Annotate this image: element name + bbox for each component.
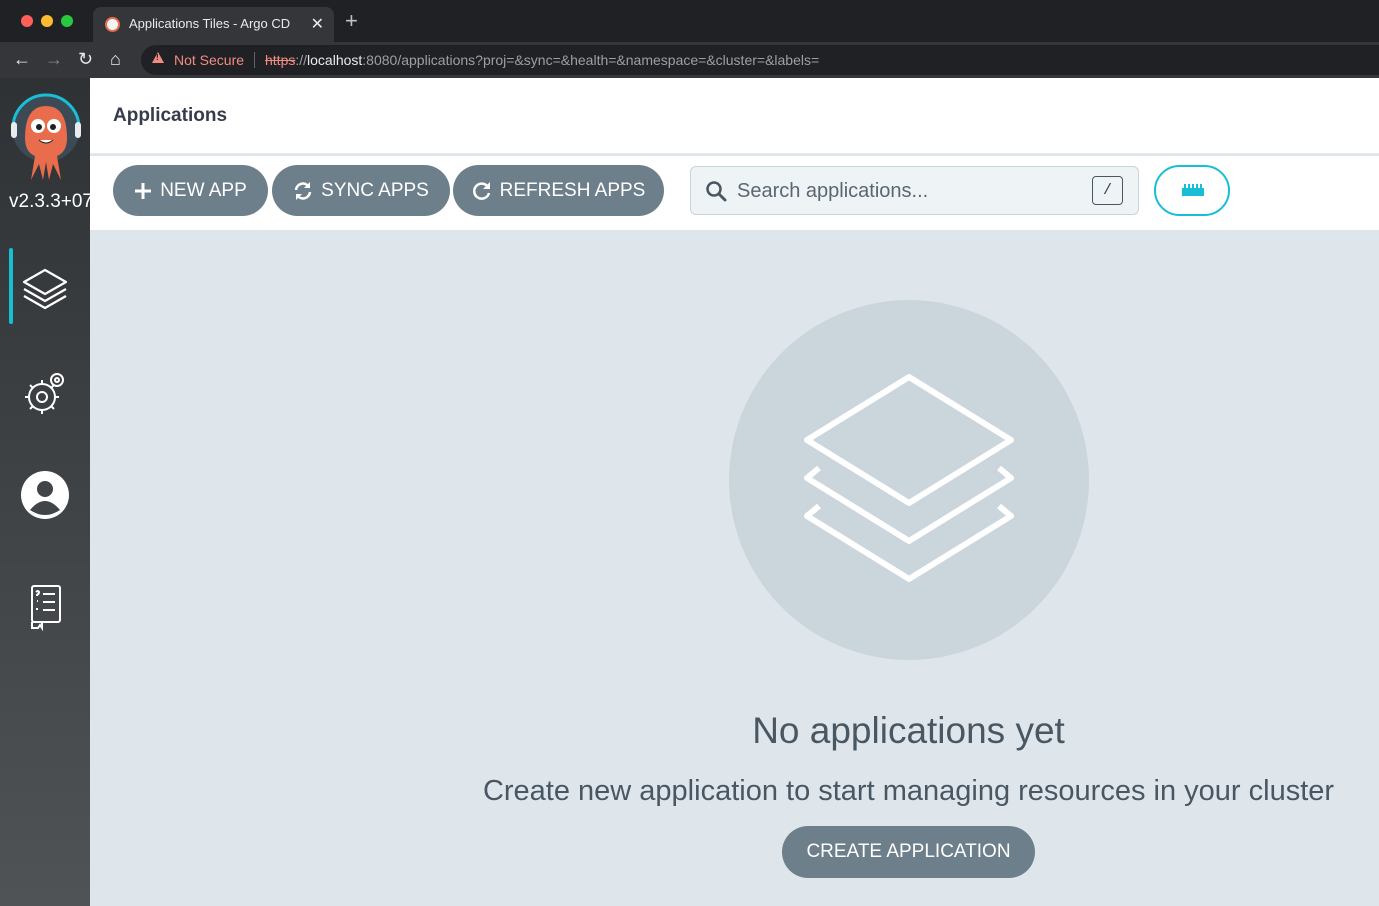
search-input[interactable]	[737, 176, 1077, 206]
sidebar-item-settings[interactable]	[0, 354, 90, 430]
sync-apps-label: SYNC APPS	[321, 179, 429, 201]
security-indicator[interactable]: Not Secure	[174, 52, 244, 68]
url-text[interactable]: https://localhost:8080/applications?proj…	[265, 52, 819, 68]
plus-icon	[135, 182, 152, 199]
window-maximize-button[interactable]	[61, 15, 73, 27]
main-content: Applications NEW APP SYNC APPS REFRESH A…	[90, 78, 1379, 906]
back-arrow-icon[interactable]: ←	[13, 50, 31, 68]
gear-icon	[25, 373, 64, 414]
create-application-button[interactable]: CREATE APPLICATION	[782, 826, 1035, 878]
page-title: Applications	[113, 105, 228, 126]
argo-favicon-icon	[105, 17, 120, 32]
sidebar-item-documentation[interactable]	[0, 568, 90, 644]
refresh-icon	[472, 181, 490, 200]
browser-tab[interactable]: Applications Tiles - Argo CD ✕	[93, 7, 334, 42]
sidebar: v2.3.3+07ac038	[0, 78, 90, 906]
user-icon	[21, 471, 69, 519]
search-icon	[706, 181, 727, 202]
sidebar-item-user-info[interactable]	[0, 456, 90, 532]
window-close-button[interactable]	[21, 15, 33, 27]
browser-tab-strip: Applications Tiles - Argo CD ✕ +	[0, 0, 1379, 42]
search-shortcut-hint: /	[1092, 176, 1123, 205]
layers-icon	[22, 268, 68, 310]
tab-close-icon[interactable]: ✕	[311, 14, 324, 34]
ruler-icon	[1182, 184, 1204, 196]
address-bar[interactable]: Not Secure https://localhost:8080/applic…	[141, 45, 1379, 75]
active-indicator	[9, 248, 13, 324]
browser-toolbar: ← → ↻ ⌂ Not Secure https://localhost:808…	[0, 42, 1379, 78]
reload-icon[interactable]: ↻	[78, 50, 93, 68]
argo-logo-icon[interactable]	[11, 92, 81, 182]
new-tab-icon[interactable]: +	[345, 10, 358, 32]
applications-toolbar: NEW APP SYNC APPS REFRESH APPS /	[90, 156, 1379, 230]
empty-state-title: No applications yet	[752, 710, 1065, 751]
docs-icon	[31, 585, 61, 632]
forward-arrow-icon[interactable]: →	[45, 50, 63, 68]
new-app-label: NEW APP	[160, 179, 247, 201]
warning-icon	[152, 52, 164, 63]
empty-state-illustration	[729, 300, 1089, 660]
search-box[interactable]: /	[690, 166, 1139, 215]
view-toggle-button[interactable]	[1154, 165, 1230, 216]
sidebar-item-applications[interactable]	[0, 248, 90, 324]
version-label: v2.3.3+07ac038	[9, 191, 90, 212]
top-bar: Applications	[90, 78, 1379, 154]
sync-apps-button[interactable]: SYNC APPS	[272, 165, 450, 216]
home-icon[interactable]: ⌂	[110, 50, 121, 68]
new-app-button[interactable]: NEW APP	[113, 165, 268, 216]
window-minimize-button[interactable]	[41, 15, 53, 27]
sync-icon	[294, 181, 312, 200]
refresh-apps-label: REFRESH APPS	[499, 179, 646, 201]
tab-title: Applications Tiles - Argo CD	[129, 16, 291, 31]
refresh-apps-button[interactable]: REFRESH APPS	[453, 165, 664, 216]
empty-state-subtitle: Create new application to start managing…	[482, 775, 1335, 807]
address-divider	[254, 52, 255, 68]
layers-icon	[804, 374, 1014, 582]
